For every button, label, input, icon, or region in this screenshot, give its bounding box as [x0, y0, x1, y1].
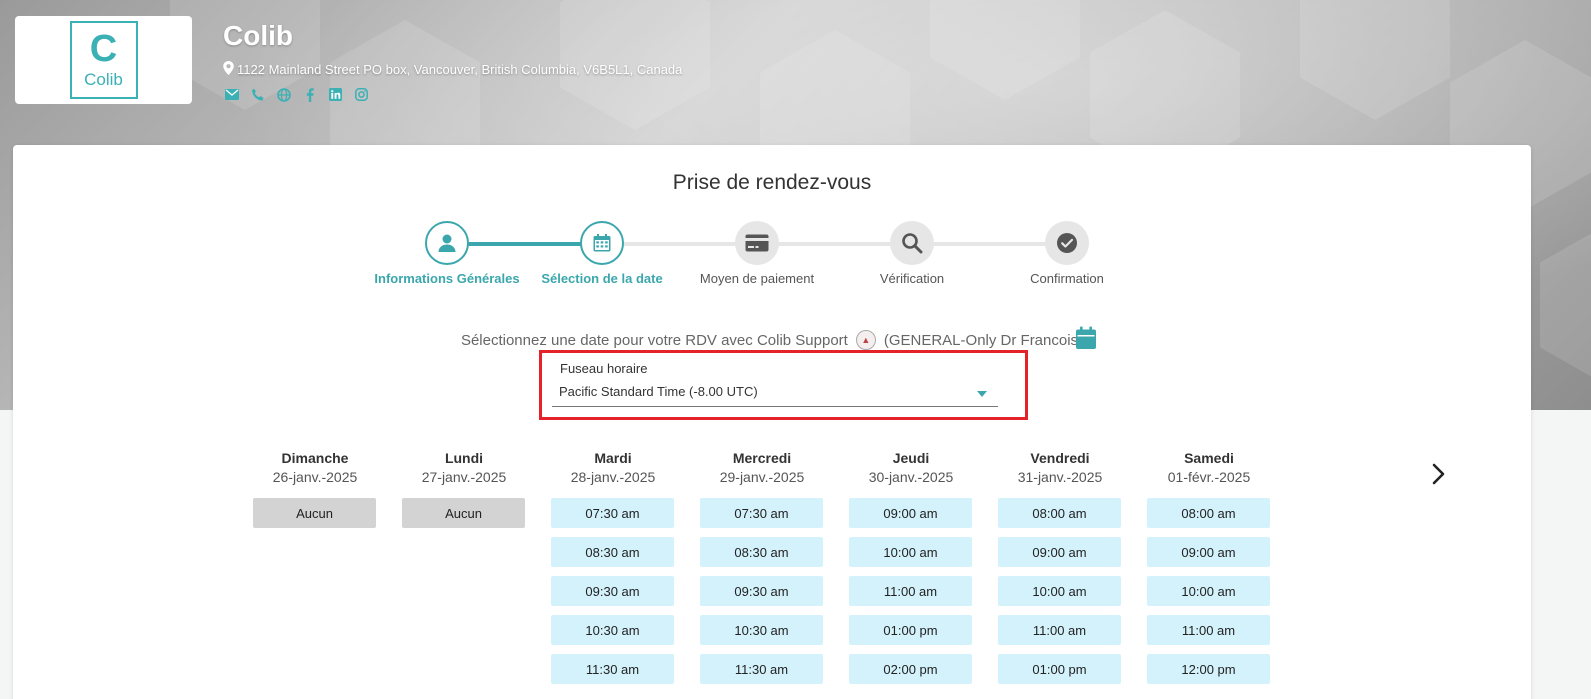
timezone-select[interactable]: Pacific Standard Time (-8.00 UTC)	[559, 384, 758, 399]
location-pin-icon	[223, 61, 234, 78]
day-name: Lundi	[444, 450, 484, 466]
day-date: 01-févr.-2025	[1167, 469, 1251, 485]
time-slot-button[interactable]: 07:30 am	[700, 498, 823, 528]
day-date: 29-janv.-2025	[719, 469, 805, 485]
day-column-tuesday: Mardi 28-janv.-2025 07:30 am 08:30 am 09…	[551, 450, 675, 684]
day-date: 26-janv.-2025	[272, 469, 358, 485]
phone-icon[interactable]	[249, 86, 266, 103]
step-payment-method[interactable]	[735, 221, 779, 265]
day-name: Dimanche	[281, 450, 349, 466]
calendar-icon	[593, 234, 611, 252]
facebook-icon[interactable]	[301, 86, 318, 103]
step-label: Sélection de la date	[541, 271, 663, 286]
calendar-picker-icon[interactable]	[1075, 326, 1097, 355]
time-slot-button[interactable]: 11:00 am	[998, 615, 1121, 645]
day-date: 28-janv.-2025	[570, 469, 656, 485]
step-label: Moyen de paiement	[699, 271, 815, 286]
timezone-select-highlight: Fuseau horaire Pacific Standard Time (-8…	[539, 350, 1028, 420]
time-slot-button[interactable]: 10:00 am	[1147, 576, 1270, 606]
time-slot-button[interactable]: 08:00 am	[1147, 498, 1270, 528]
linkedin-icon[interactable]	[327, 86, 344, 103]
day-name: Mercredi	[732, 450, 792, 466]
dropdown-arrow-icon[interactable]	[977, 391, 987, 397]
time-slot-button[interactable]: 08:30 am	[700, 537, 823, 567]
day-column-thursday: Jeudi 30-janv.-2025 09:00 am 10:00 am 11…	[849, 450, 973, 684]
company-name: Colib	[223, 20, 293, 51]
time-slot-button[interactable]: 10:30 am	[551, 615, 674, 645]
time-slot-button[interactable]: 11:30 am	[551, 654, 674, 684]
time-slot-button[interactable]: 08:30 am	[551, 537, 674, 567]
company-address: 1122 Mainland Street PO box, Vancouver, …	[223, 61, 682, 78]
logo-text: Colib	[84, 70, 123, 89]
time-slot-button[interactable]: 11:00 am	[1147, 615, 1270, 645]
day-date: 30-janv.-2025	[868, 469, 954, 485]
day-name: Vendredi	[1030, 450, 1090, 466]
time-slot-button[interactable]: 10:00 am	[849, 537, 972, 567]
time-slot-button[interactable]: 09:00 am	[998, 537, 1121, 567]
time-slot-button[interactable]: 01:00 pm	[849, 615, 972, 645]
credit-card-icon	[745, 234, 769, 252]
time-slot-button[interactable]: 09:00 am	[1147, 537, 1270, 567]
step-label: Vérification	[879, 271, 945, 286]
step-date-selection[interactable]	[580, 221, 624, 265]
time-slot-button[interactable]: 09:00 am	[849, 498, 972, 528]
time-slot-button[interactable]: 02:00 pm	[849, 654, 972, 684]
time-slot-button[interactable]: 10:30 am	[700, 615, 823, 645]
user-icon	[438, 234, 456, 252]
time-slot-button[interactable]: 11:30 am	[700, 654, 823, 684]
day-date: 27-janv.-2025	[421, 469, 507, 485]
time-slot-button[interactable]: 11:00 am	[849, 576, 972, 606]
step-label: Confirmation	[1030, 271, 1104, 286]
provider-avatar: ▲	[855, 330, 876, 350]
step-confirmation[interactable]	[1045, 221, 1089, 265]
step-general-info[interactable]	[425, 221, 469, 265]
step-label: Informations Générales	[374, 271, 520, 286]
date-selection-prompt: Sélectionnez une date pour votre RDV ave…	[13, 330, 1531, 350]
booking-stepper: Informations Générales Sélection de la d…	[13, 220, 1531, 295]
hex-decoration	[1540, 220, 1591, 390]
day-name: Mardi	[594, 450, 632, 466]
step-connector	[447, 242, 602, 246]
prompt-text: Sélectionnez une date pour votre RDV ave…	[460, 331, 848, 349]
logo-frame: C Colib	[69, 21, 138, 99]
company-logo: C Colib	[15, 16, 192, 104]
social-links	[223, 86, 370, 103]
hex-decoration	[1300, 0, 1450, 120]
hex-decoration	[930, 0, 1080, 100]
step-connector	[602, 242, 757, 246]
next-week-chevron-icon[interactable]	[1428, 462, 1448, 486]
no-slot: Aucun	[253, 498, 376, 528]
time-slot-button[interactable]: 01:00 pm	[998, 654, 1121, 684]
no-slot: Aucun	[402, 498, 525, 528]
day-date: 31-janv.-2025	[1017, 469, 1103, 485]
time-slot-button[interactable]: 07:30 am	[551, 498, 674, 528]
instagram-icon[interactable]	[353, 86, 370, 103]
check-circle-icon	[1057, 233, 1077, 253]
timezone-label: Fuseau horaire	[560, 361, 648, 376]
time-slot-button[interactable]: 08:00 am	[998, 498, 1121, 528]
page-title: Prise de rendez-vous	[672, 171, 872, 194]
search-icon	[902, 233, 923, 254]
time-slot-button[interactable]: 09:30 am	[551, 576, 674, 606]
booking-card: Prise de rendez-vous Informations Généra…	[13, 145, 1531, 699]
mail-icon[interactable]	[223, 86, 240, 103]
time-slot-button[interactable]: 09:30 am	[700, 576, 823, 606]
day-column-sunday: Dimanche 26-janv.-2025 Aucun	[253, 450, 377, 528]
day-column-monday: Lundi 27-janv.-2025 Aucun	[402, 450, 526, 528]
step-connector	[912, 242, 1067, 246]
address-text: 1122 Mainland Street PO box, Vancouver, …	[237, 62, 683, 77]
select-underline	[552, 406, 998, 407]
day-name: Samedi	[1184, 450, 1234, 466]
logo-letter: C	[89, 28, 118, 70]
globe-icon[interactable]	[275, 86, 292, 103]
service-name: (GENERAL-Only Dr Francois)	[883, 331, 1084, 349]
day-column-friday: Vendredi 31-janv.-2025 08:00 am 09:00 am…	[998, 450, 1122, 684]
day-name: Jeudi	[892, 450, 930, 466]
step-verification[interactable]	[890, 221, 934, 265]
day-column-saturday: Samedi 01-févr.-2025 08:00 am 09:00 am 1…	[1147, 450, 1271, 684]
day-column-wednesday: Mercredi 29-janv.-2025 07:30 am 08:30 am…	[700, 450, 824, 684]
time-slot-button[interactable]: 12:00 pm	[1147, 654, 1270, 684]
step-connector	[757, 242, 912, 246]
time-slot-button[interactable]: 10:00 am	[998, 576, 1121, 606]
